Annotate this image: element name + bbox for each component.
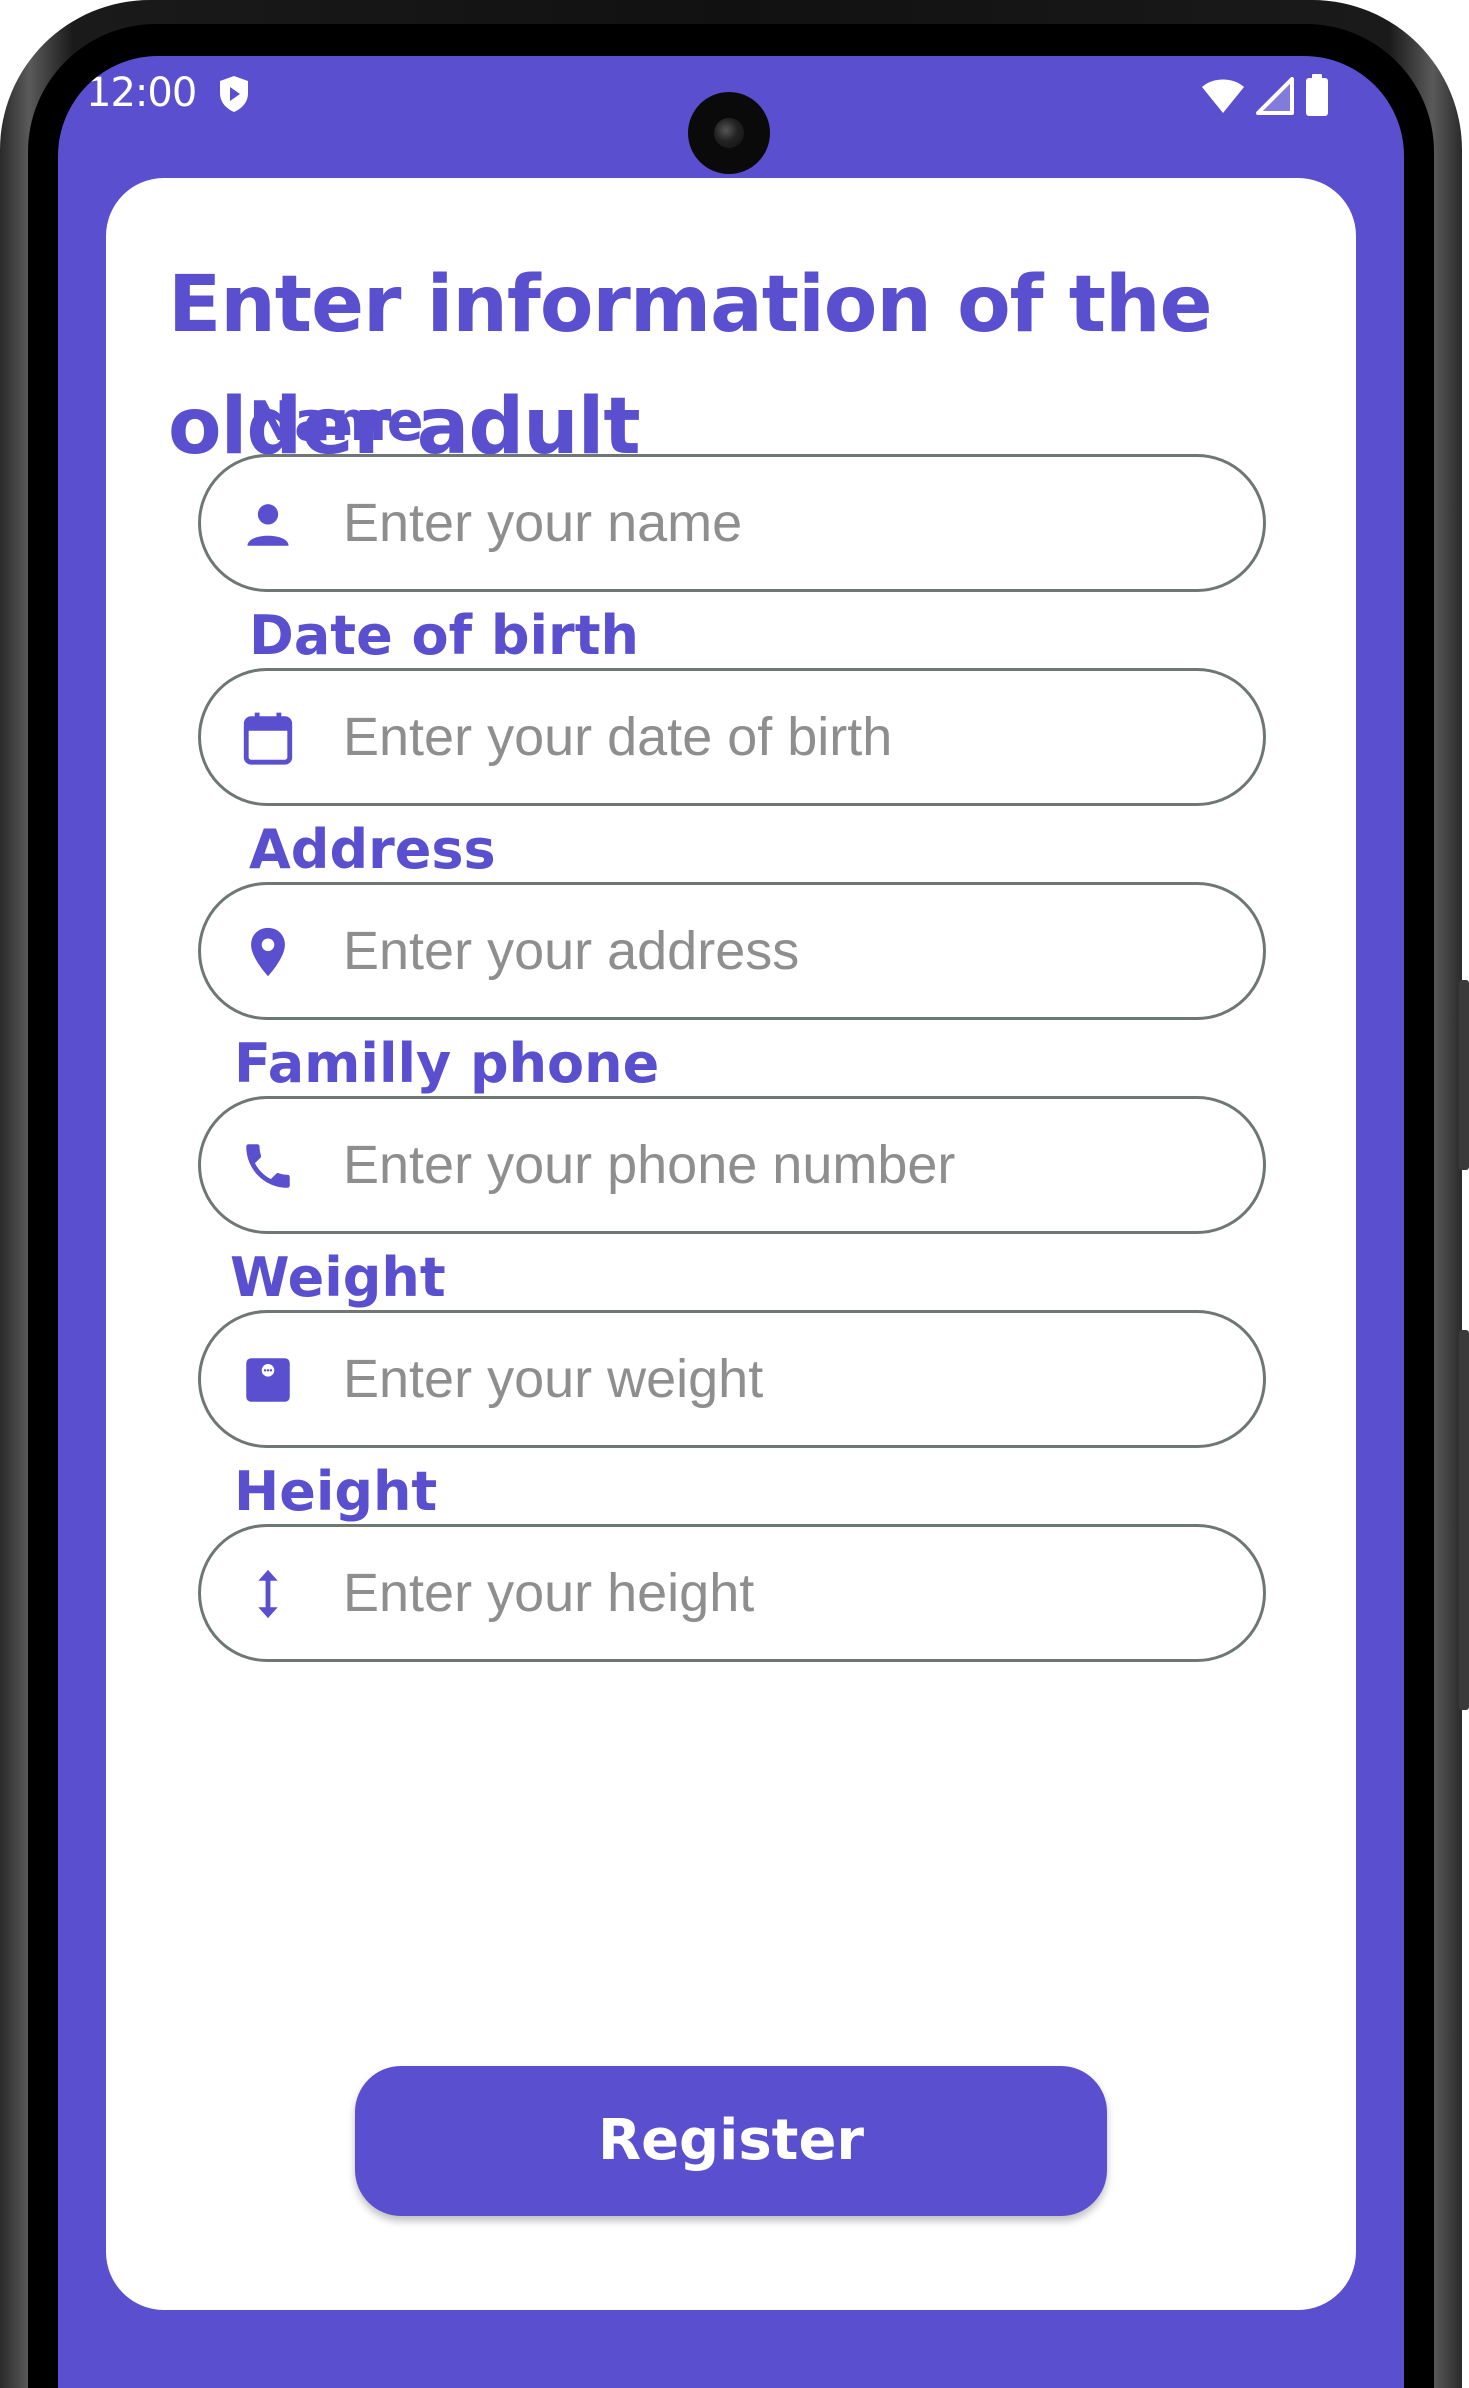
shield-icon: [220, 76, 248, 112]
weight-label: Weight: [230, 1246, 446, 1309]
register-button[interactable]: Register: [355, 2066, 1107, 2216]
status-icons: [1200, 74, 1330, 118]
family-phone-placeholder: Enter your phone number: [343, 1135, 956, 1195]
phone-icon: [246, 1144, 290, 1188]
power-button: [1459, 1330, 1469, 1710]
calendar-icon: [243, 712, 293, 765]
battery-icon: [1306, 74, 1328, 116]
family-phone-input[interactable]: Enter your phone number: [198, 1096, 1266, 1234]
height-input[interactable]: Enter your height: [198, 1524, 1266, 1662]
address-placeholder: Enter your address: [343, 921, 800, 981]
form-card: Enter information of the older adult Nam…: [106, 178, 1356, 2310]
front-camera: [688, 92, 770, 174]
address-label: Address: [249, 818, 496, 881]
vertical-arrows-icon: [258, 1569, 278, 1619]
name-placeholder: Enter your name: [343, 493, 743, 553]
height-placeholder: Enter your height: [343, 1563, 755, 1623]
app-screen: 12:00 Enter information of the older adu…: [58, 56, 1404, 2388]
date-of-birth-placeholder: Enter your date of birth: [343, 707, 893, 767]
height-label: Height: [234, 1460, 438, 1523]
date-of-birth-label: Date of birth: [249, 604, 639, 667]
scale-icon: [246, 1358, 290, 1402]
location-pin-icon: [251, 927, 285, 977]
signal-icon: [1256, 77, 1294, 115]
name-input[interactable]: Enter your name: [198, 454, 1266, 592]
person-icon: [247, 504, 289, 546]
wifi-icon: [1202, 79, 1244, 113]
volume-button: [1459, 980, 1469, 1170]
weight-input[interactable]: Enter your weight: [198, 1310, 1266, 1448]
status-time: 12:00: [86, 70, 197, 116]
phone-mockup: 12:00 Enter information of the older adu…: [0, 0, 1469, 2388]
address-input[interactable]: Enter your address: [198, 882, 1266, 1020]
weight-placeholder: Enter your weight: [343, 1349, 764, 1409]
name-label: Name: [249, 390, 424, 453]
date-of-birth-input[interactable]: Enter your date of birth: [198, 668, 1266, 806]
family-phone-label: Familly phone: [234, 1032, 660, 1095]
